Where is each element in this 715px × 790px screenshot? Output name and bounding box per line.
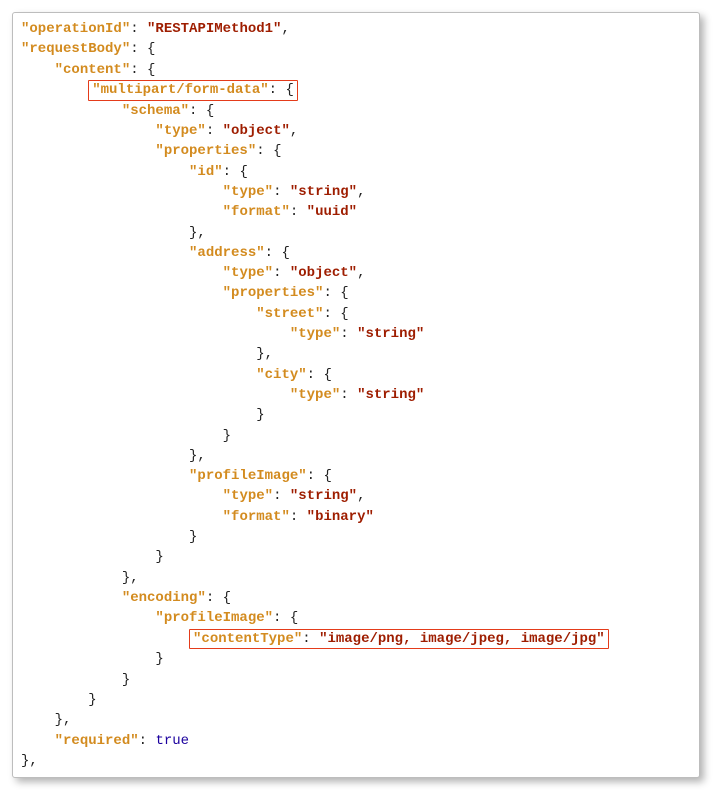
punct: {	[223, 590, 231, 606]
punct: }	[256, 407, 264, 423]
punct: :	[273, 488, 290, 504]
punct: :	[323, 285, 340, 301]
key-city: "city"	[256, 367, 306, 383]
punct: :	[265, 245, 282, 261]
punct: ,	[357, 265, 365, 281]
key-street: "street"	[256, 306, 323, 322]
key-address: "address"	[189, 245, 265, 261]
punct: {	[206, 103, 214, 119]
punct: {	[147, 62, 155, 78]
punct: :	[139, 733, 156, 749]
key-profileImage: "profileImage"	[189, 468, 307, 484]
punct: :	[130, 62, 147, 78]
punct: {	[285, 82, 293, 98]
punct: }	[155, 549, 163, 565]
punct: :	[130, 41, 147, 57]
punct: {	[340, 285, 348, 301]
punct: ,	[357, 184, 365, 200]
val-type-string: "string"	[290, 488, 357, 504]
punct: :	[307, 468, 324, 484]
key-schema: "schema"	[122, 103, 189, 119]
key-type: "type"	[155, 123, 205, 139]
key-type: "type"	[223, 488, 273, 504]
val-type-object: "object"	[223, 123, 290, 139]
punct: :	[256, 143, 273, 159]
key-type: "type"	[223, 184, 273, 200]
key-type: "type"	[290, 326, 340, 342]
val-type-string: "string"	[357, 326, 424, 342]
key-format: "format"	[223, 509, 290, 525]
punct: ,	[357, 488, 365, 504]
punct: {	[239, 164, 247, 180]
punct: :	[269, 82, 286, 98]
punct: ,	[281, 21, 289, 37]
punct: },	[122, 570, 139, 586]
val-type-string: "string"	[357, 387, 424, 403]
key-profileImage: "profileImage"	[155, 610, 273, 626]
val-contentType: "image/png, image/jpeg, image/jpg"	[319, 631, 605, 647]
punct: }	[155, 651, 163, 667]
key-properties: "properties"	[223, 285, 324, 301]
punct: :	[130, 21, 147, 37]
punct: {	[323, 367, 331, 383]
key-required: "required"	[55, 733, 139, 749]
punct: },	[189, 448, 206, 464]
key-format: "format"	[223, 204, 290, 220]
punct: :	[273, 610, 290, 626]
val-format-uuid: "uuid"	[307, 204, 357, 220]
punct: :	[323, 306, 340, 322]
code-block: "operationId": "RESTAPIMethod1", "reques…	[12, 12, 700, 778]
punct: ,	[290, 123, 298, 139]
val-operationId: "RESTAPIMethod1"	[147, 21, 281, 37]
punct: :	[273, 184, 290, 200]
punct: }	[223, 428, 231, 444]
highlight-multipart: "multipart/form-data": {	[88, 80, 298, 101]
punct: },	[21, 753, 38, 769]
val-type-string: "string"	[290, 184, 357, 200]
punct: }	[88, 692, 96, 708]
punct: :	[273, 265, 290, 281]
punct: {	[290, 610, 298, 626]
punct: },	[256, 346, 273, 362]
punct: :	[307, 367, 324, 383]
punct: :	[206, 123, 223, 139]
punct: {	[273, 143, 281, 159]
punct: {	[340, 306, 348, 322]
key-id: "id"	[189, 164, 223, 180]
val-required: true	[155, 733, 189, 749]
punct: :	[189, 103, 206, 119]
key-operationId: "operationId"	[21, 21, 130, 37]
val-format-binary: "binary"	[307, 509, 374, 525]
punct: :	[302, 631, 319, 647]
punct: }	[189, 529, 197, 545]
key-contentType: "contentType"	[193, 631, 302, 647]
code-content: "operationId": "RESTAPIMethod1", "reques…	[21, 19, 691, 771]
key-requestBody: "requestBody"	[21, 41, 130, 57]
key-type: "type"	[290, 387, 340, 403]
punct: },	[189, 225, 206, 241]
punct: :	[223, 164, 240, 180]
key-type: "type"	[223, 265, 273, 281]
punct: :	[290, 509, 307, 525]
punct: :	[206, 590, 223, 606]
punct: }	[122, 672, 130, 688]
punct: {	[281, 245, 289, 261]
highlight-contentType: "contentType": "image/png, image/jpeg, i…	[189, 629, 609, 650]
val-type-object: "object"	[290, 265, 357, 281]
punct: :	[290, 204, 307, 220]
key-multipart: "multipart/form-data"	[92, 82, 268, 98]
punct: :	[340, 326, 357, 342]
punct: {	[323, 468, 331, 484]
punct: :	[340, 387, 357, 403]
punct: },	[55, 712, 72, 728]
key-content: "content"	[55, 62, 131, 78]
key-encoding: "encoding"	[122, 590, 206, 606]
punct: {	[147, 41, 155, 57]
key-properties: "properties"	[155, 143, 256, 159]
